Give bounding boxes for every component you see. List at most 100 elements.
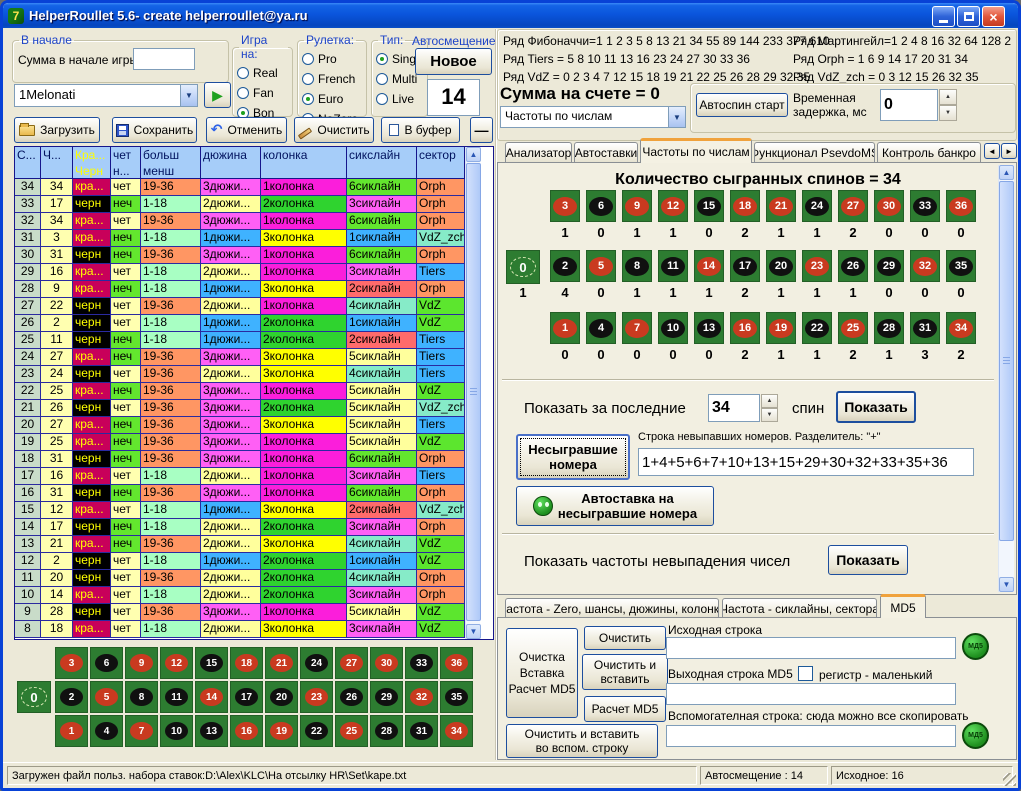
maximize-button[interactable] [957, 6, 980, 27]
scroll-up-icon[interactable]: ▲ [466, 147, 481, 162]
mode-combo[interactable]: Частоты по числам ▼ [500, 106, 686, 128]
board-cell-2[interactable]: 2 [550, 250, 580, 282]
md5-clear-paste-calc-button[interactable]: Очистка Вставка Расчет MD5 [506, 628, 578, 718]
table-row[interactable]: 1716кра...чет1-182дюжи...1колонка3сиклай… [15, 468, 465, 485]
column-header[interactable]: сектор [417, 147, 465, 178]
board-cell-9[interactable]: 9 [622, 190, 652, 222]
board-cell-31[interactable]: 31 [910, 312, 940, 344]
scroll-down-icon[interactable]: ▼ [999, 577, 1014, 592]
tab-scroll-left-icon[interactable]: ◄ [984, 143, 1000, 159]
board-cell-11[interactable]: 11 [160, 681, 193, 713]
preset-combo[interactable]: 1Melonati ▼ [14, 84, 198, 107]
md5-calc-button[interactable]: Расчет MD5 [584, 696, 666, 722]
table-row[interactable]: 2916кра...чет1-182дюжи...1колонка3сиклай… [15, 264, 465, 281]
board-cell-10[interactable]: 10 [160, 715, 193, 747]
board-cell-5[interactable]: 5 [90, 681, 123, 713]
close-button[interactable]: × [982, 6, 1005, 27]
board-cell-25[interactable]: 25 [838, 312, 868, 344]
radio-real[interactable]: Real [237, 63, 288, 83]
table-row[interactable]: 2126чернчет19-363дюжи...2колонка5сиклайн… [15, 400, 465, 417]
scroll-down-icon[interactable]: ▼ [466, 624, 481, 639]
table-row[interactable]: 1512кра...чет1-181дюжи...3колонка2сиклай… [15, 502, 465, 519]
panel-scrollbar-thumb[interactable] [999, 181, 1014, 541]
chevron-down-icon[interactable]: ▼ [668, 107, 685, 127]
delay-spinner[interactable]: ▲ ▼ [939, 89, 957, 121]
chevron-down-icon[interactable]: ▼ [180, 85, 197, 106]
column-header[interactable]: большменш [141, 147, 201, 178]
show-last-value[interactable]: 34 [708, 394, 760, 422]
board-cell-28[interactable]: 28 [874, 312, 904, 344]
table-row[interactable]: 3234кра...чет19-363дюжи...1колонка6сикла… [15, 213, 465, 230]
scroll-up-icon[interactable]: ▲ [999, 165, 1014, 180]
board-cell-34[interactable]: 34 [440, 715, 473, 747]
tab-lower-3[interactable]: MD5 [880, 594, 926, 618]
toolbar-undo-button[interactable]: ↶Отменить [206, 117, 287, 143]
board-cell-32[interactable]: 32 [405, 681, 438, 713]
board-cell-2[interactable]: 2 [55, 681, 88, 713]
md5-calc-icon[interactable]: МД5 [962, 633, 989, 660]
minimize-button[interactable] [932, 6, 955, 27]
table-row[interactable]: 1321кра...неч19-362дюжи...3колонка4сикла… [15, 536, 465, 553]
table-row[interactable]: 122чернчет1-181дюжи...2колонка1сиклайнVd… [15, 553, 465, 570]
board-cell-4[interactable]: 4 [90, 715, 123, 747]
no-hit-show-button[interactable]: Показать [828, 545, 908, 575]
board-cell-20[interactable]: 20 [766, 250, 796, 282]
table-scrollbar[interactable]: ▲ ▼ [465, 147, 480, 639]
board-cell-27[interactable]: 27 [838, 190, 868, 222]
toolbar-open-folder-button[interactable]: Загрузить [14, 117, 100, 143]
table-row[interactable]: 1014кра...чет1-182дюжи...2колонка3сиклай… [15, 587, 465, 604]
radio-fan[interactable]: Fan [237, 83, 288, 103]
board-cell-12[interactable]: 12 [160, 647, 193, 679]
table-row[interactable]: 2511черннеч1-181дюжи...2колонка2сиклайнT… [15, 332, 465, 349]
spin-down-icon[interactable]: ▼ [939, 105, 957, 121]
table-row[interactable]: 1831черннеч19-363дюжи...1колонка6сиклайн… [15, 451, 465, 468]
board-cell-15[interactable]: 15 [694, 190, 724, 222]
board-cell-7[interactable]: 7 [622, 312, 652, 344]
board-cell-6[interactable]: 6 [586, 190, 616, 222]
board-cell-29[interactable]: 29 [874, 250, 904, 282]
board-cell-10[interactable]: 10 [658, 312, 688, 344]
table-row[interactable]: 1631черннеч19-363дюжи...1колонка6сиклайн… [15, 485, 465, 502]
board-cell-1[interactable]: 1 [550, 312, 580, 344]
table-row[interactable]: 1925кра...неч19-363дюжи...1колонка5сикла… [15, 434, 465, 451]
board-cell-12[interactable]: 12 [658, 190, 688, 222]
board-cell-5[interactable]: 5 [586, 250, 616, 282]
title-bar[interactable]: 7 HelperRoullet 5.6- create helperroulle… [3, 3, 1018, 28]
table-row[interactable]: 2324чернчет19-362дюжи...3колонка4сиклайн… [15, 366, 465, 383]
column-header[interactable]: С... [15, 147, 41, 178]
table-row[interactable]: 262чернчет1-181дюжи...2колонка1сиклайнVd… [15, 315, 465, 332]
board-cell-31[interactable]: 31 [405, 715, 438, 747]
table-row[interactable]: 3434кра...чет19-363дюжи...1колонка6сикла… [15, 179, 465, 196]
missed-numbers-button[interactable]: Несыгравшие номера [516, 434, 630, 480]
tab-lower-1[interactable]: Частота - Zero, шансы, дюжины, колонки [505, 598, 719, 618]
autospin-start-button[interactable]: Автоспин старт [696, 93, 788, 117]
toolbar-brush-button[interactable]: Очистить [294, 117, 374, 143]
md5-aux-input[interactable] [666, 725, 956, 747]
table-row[interactable]: 3031черннеч19-363дюжи...1колонка6сиклайн… [15, 247, 465, 264]
tab-main-5[interactable]: Контроль банкро [877, 142, 981, 163]
board-cell-20[interactable]: 20 [265, 681, 298, 713]
board-cell-13[interactable]: 13 [694, 312, 724, 344]
table-row[interactable]: 1417черннеч1-182дюжи...2колонка3сиклайнO… [15, 519, 465, 536]
board-cell-23[interactable]: 23 [300, 681, 333, 713]
board-cell-8[interactable]: 8 [622, 250, 652, 282]
resize-grip[interactable] [1003, 773, 1016, 786]
spin-down-icon[interactable]: ▼ [761, 408, 778, 422]
board-cell-27[interactable]: 27 [335, 647, 368, 679]
board-cell-18[interactable]: 18 [730, 190, 760, 222]
radio-live[interactable]: Live [376, 89, 423, 109]
board-cell-11[interactable]: 11 [658, 250, 688, 282]
delay-value[interactable]: 0 [880, 89, 938, 121]
board-cell-19[interactable]: 19 [766, 312, 796, 344]
board-cell-32[interactable]: 32 [910, 250, 940, 282]
board-cell-19[interactable]: 19 [265, 715, 298, 747]
tab-main-3[interactable]: Частоты по числам [640, 138, 752, 163]
run-preset-button[interactable]: ▶ [204, 82, 231, 108]
board-cell-9[interactable]: 9 [125, 647, 158, 679]
board-cell-3[interactable]: 3 [55, 647, 88, 679]
table-row[interactable]: 928чернчет19-363дюжи...1колонка5сиклайнV… [15, 604, 465, 621]
tab-main-2[interactable]: Автоставки [574, 142, 638, 163]
table-scrollbar-thumb[interactable] [466, 163, 481, 621]
board-cell-13[interactable]: 13 [195, 715, 228, 747]
toolbar-copy-button[interactable]: В буфер [381, 117, 460, 143]
